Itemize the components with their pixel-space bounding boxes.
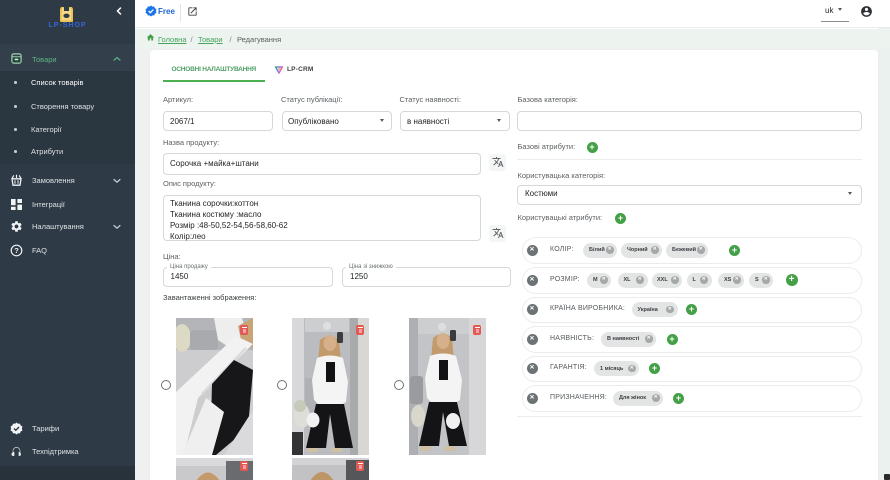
svg-text:?: ?	[14, 246, 19, 255]
